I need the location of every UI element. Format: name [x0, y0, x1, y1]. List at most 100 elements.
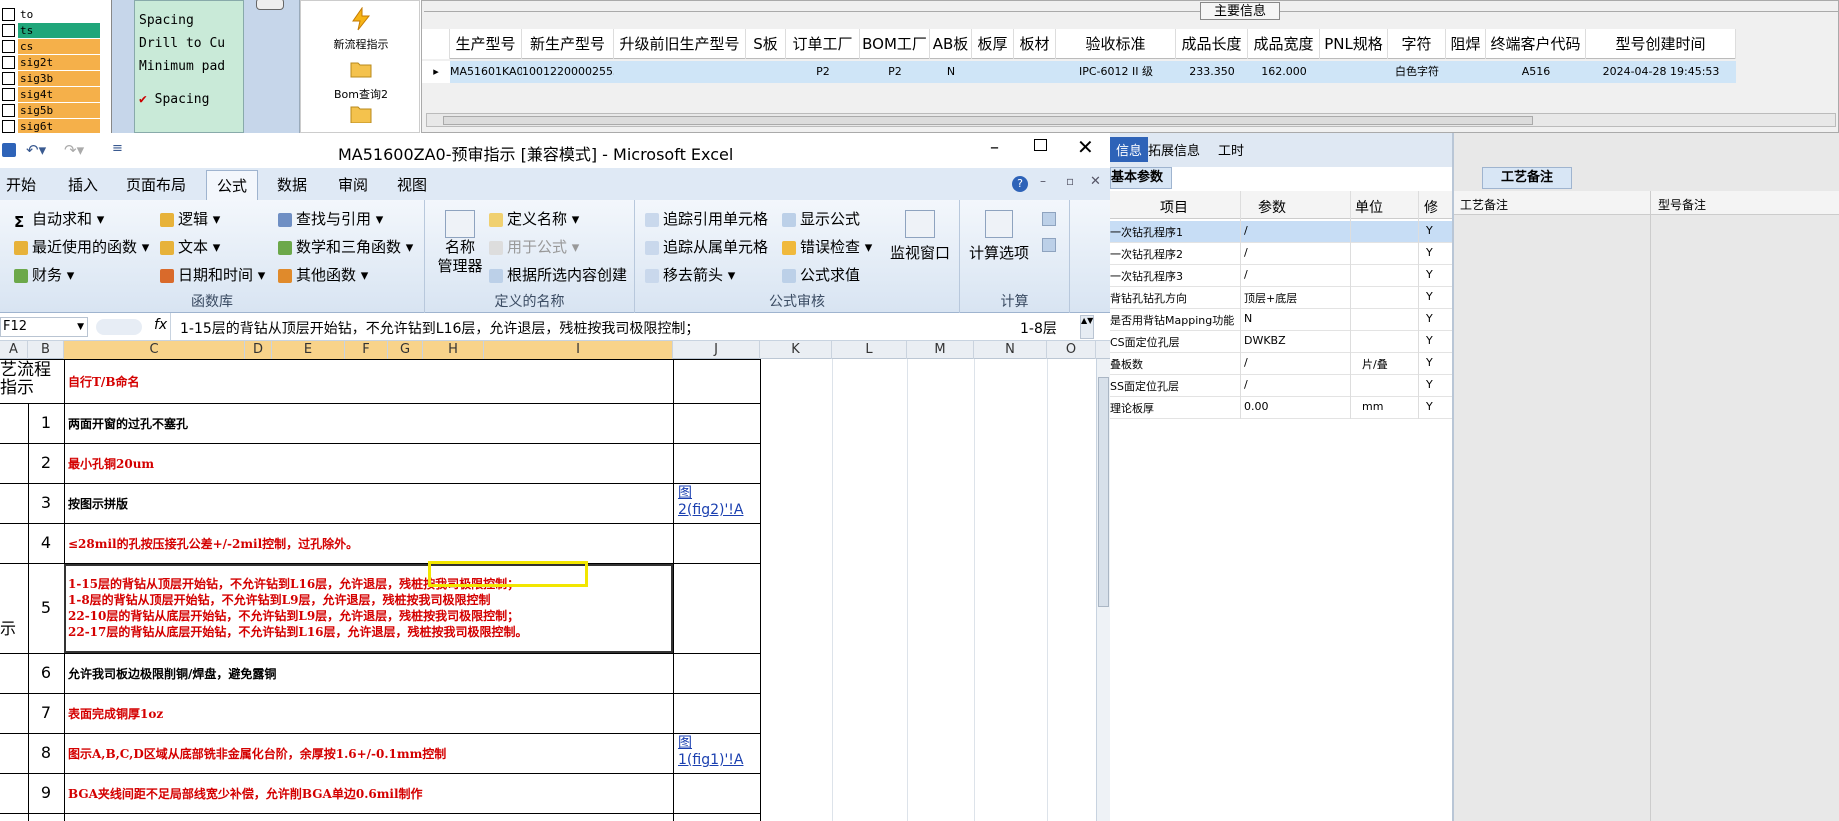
close-icon[interactable]: ✕	[1077, 135, 1094, 159]
checkbox[interactable]	[2, 7, 15, 21]
layer-row[interactable]: cs	[0, 38, 111, 54]
minimize-icon[interactable]: –	[990, 137, 999, 158]
tab-process-remarks[interactable]: 工艺备注	[1482, 167, 1572, 189]
new-flow-button[interactable]: 新流程指示	[301, 3, 421, 52]
name-box[interactable]: F12 ▼	[0, 317, 88, 337]
rule-item[interactable]: Minimum pad	[135, 55, 243, 78]
param-value[interactable]: /	[1244, 356, 1248, 369]
layer-row[interactable]: sig5b	[0, 102, 111, 118]
tab-insert[interactable]: 插入	[68, 174, 98, 195]
instruction-cell[interactable]: 图示A,B,C,D区域从底部铣非金属化台阶，余厚按1.6+/-0.1mm控制	[68, 745, 446, 762]
maximize-icon[interactable]	[1034, 139, 1047, 151]
param-value[interactable]: /	[1244, 378, 1248, 391]
calc-sheet-icon[interactable]	[1042, 238, 1056, 252]
grid-column-header[interactable]: 阻焊	[1446, 29, 1486, 59]
grid-cell[interactable]: 白色字符	[1388, 61, 1446, 83]
grid-column-header[interactable]: AB板	[930, 29, 972, 59]
rule-item[interactable]: Spacing	[135, 9, 243, 32]
column-header[interactable]: K	[760, 341, 832, 359]
checkbox[interactable]	[2, 55, 15, 69]
vertical-scrollbar[interactable]	[1096, 359, 1110, 821]
remove-arrows-button[interactable]: 移去箭头 ▾	[645, 264, 735, 285]
row-number-cell[interactable]: 5	[28, 598, 64, 617]
row-indicator[interactable]: ▸	[422, 61, 450, 83]
row-number-cell[interactable]: 7	[28, 703, 64, 722]
tab-extended-info[interactable]: 拓展信息	[1148, 140, 1200, 159]
undo-icon[interactable]: ↶▾	[26, 141, 46, 159]
param-row[interactable]: 一次钻孔程序2 / Y	[1110, 243, 1452, 265]
grid-cell[interactable]: 233.350	[1176, 61, 1248, 83]
datetime-button[interactable]: 日期和时间 ▾	[160, 264, 265, 285]
column-header[interactable]: L	[832, 341, 907, 359]
grid-cell[interactable]: 2024-04-28 19:45:53	[1586, 61, 1736, 83]
param-value[interactable]: /	[1244, 246, 1248, 259]
define-name-button[interactable]: 定义名称 ▾	[489, 208, 579, 229]
grid-cell[interactable]	[1446, 61, 1486, 83]
param-row[interactable]: 一次钻孔程序3 / Y	[1110, 265, 1452, 287]
grid-cell[interactable]: IPC-6012 II 级	[1056, 61, 1176, 83]
instruction-cell[interactable]: 按图示拼版	[68, 495, 128, 512]
formula-input[interactable]: 1-15层的背钻从顶层开始钻，不允许钻到L16层，允许退层，残桩按我司极限控制；	[180, 318, 699, 338]
checkbox[interactable]	[2, 71, 15, 85]
recent-functions-button[interactable]: 最近使用的函数 ▾	[14, 236, 149, 257]
watch-window-button[interactable]: 监视窗口	[887, 210, 953, 263]
row-number-cell[interactable]: 1	[28, 413, 64, 432]
column-header[interactable]: A	[0, 341, 28, 359]
checkbox[interactable]	[2, 39, 15, 53]
param-value[interactable]: /	[1244, 268, 1248, 281]
process-header-cell[interactable]: 艺流程 指示	[0, 361, 60, 397]
redo-icon[interactable]: ↷▾	[64, 141, 84, 159]
row-number-cell[interactable]: 6	[28, 663, 64, 682]
grid-column-header[interactable]: 终端客户代码	[1486, 29, 1586, 59]
help-icon[interactable]: ?	[1012, 176, 1028, 192]
tab-formulas[interactable]: 公式	[206, 170, 259, 200]
column-header[interactable]: G	[388, 341, 423, 359]
scrollbar-thumb[interactable]	[443, 116, 1533, 125]
instruction-cell[interactable]: 最小孔铜20um	[68, 455, 154, 472]
insert-function-icon[interactable]: fx	[154, 317, 167, 333]
grid-column-header[interactable]: 成品宽度	[1248, 29, 1320, 59]
column-header[interactable]: M	[907, 341, 974, 359]
rule-item-checked[interactable]: ✔ Spacing	[135, 88, 243, 111]
checkbox[interactable]	[2, 119, 15, 133]
name-manager-button[interactable]: 名称 管理器	[433, 210, 487, 276]
param-value[interactable]: 0.00	[1244, 400, 1269, 413]
param-row[interactable]: 一次钻孔程序1 / Y	[1110, 221, 1452, 243]
evaluate-formula-button[interactable]: 公式求值	[782, 264, 860, 285]
grid-cell[interactable]	[1320, 61, 1388, 83]
column-header[interactable]: H	[423, 341, 484, 359]
grid-column-header[interactable]: 新生产型号	[522, 29, 614, 59]
param-value[interactable]: DWKBZ	[1244, 334, 1286, 347]
lookup-button[interactable]: 查找与引用 ▾	[278, 208, 383, 229]
save-icon[interactable]	[2, 143, 16, 157]
tab-home[interactable]: 开始	[6, 174, 36, 195]
column-header[interactable]: I	[484, 341, 673, 359]
layer-list-scrollbar[interactable]	[112, 0, 134, 133]
subtab-basic-params[interactable]: 基本参数	[1110, 167, 1172, 189]
error-checking-button[interactable]: 错误检查 ▾	[782, 236, 872, 257]
param-row[interactable]: CS面定位孔层 DWKBZ Y	[1110, 331, 1452, 353]
param-row[interactable]: SS面定位孔层 / Y	[1110, 375, 1452, 397]
checkbox[interactable]	[2, 103, 15, 117]
instruction-cell[interactable]: 表面完成铜厚1oz	[68, 705, 163, 722]
text-button[interactable]: 文本 ▾	[160, 236, 220, 257]
show-formulas-button[interactable]: 显示公式	[782, 208, 860, 229]
param-row[interactable]: 是否用背钻Mapping功能 N Y	[1110, 309, 1452, 331]
grid-column-header[interactable]: 生产型号	[450, 29, 522, 59]
customize-quickaccess-icon[interactable]: ≡	[112, 141, 123, 156]
grid-cell[interactable]: P2	[860, 61, 930, 83]
instruction-cell[interactable]: ≤28mil的孔按压接孔公差+/-2mil控制，过孔除外。	[68, 535, 358, 552]
column-header[interactable]: E	[272, 341, 345, 359]
row-number-cell[interactable]: 3	[28, 493, 64, 512]
header-text-cell[interactable]: 自行T/B命名	[68, 373, 139, 390]
figure-link[interactable]: 图 2(fig2)'!A	[678, 485, 743, 519]
formula-expand-icon[interactable]: ▲▼	[1080, 315, 1094, 339]
param-value[interactable]: /	[1244, 224, 1248, 237]
layer-row[interactable]: ts	[0, 22, 111, 38]
bom-query-button[interactable]: Bom查询2	[301, 53, 421, 102]
math-button[interactable]: 数学和三角函数 ▾	[278, 236, 413, 257]
checkbox[interactable]	[2, 23, 15, 37]
grid-cell[interactable]	[972, 61, 1014, 83]
param-row[interactable]: 理论板厚 0.00 mm Y	[1110, 397, 1452, 419]
grid-cell[interactable]: 162.000	[1248, 61, 1320, 83]
